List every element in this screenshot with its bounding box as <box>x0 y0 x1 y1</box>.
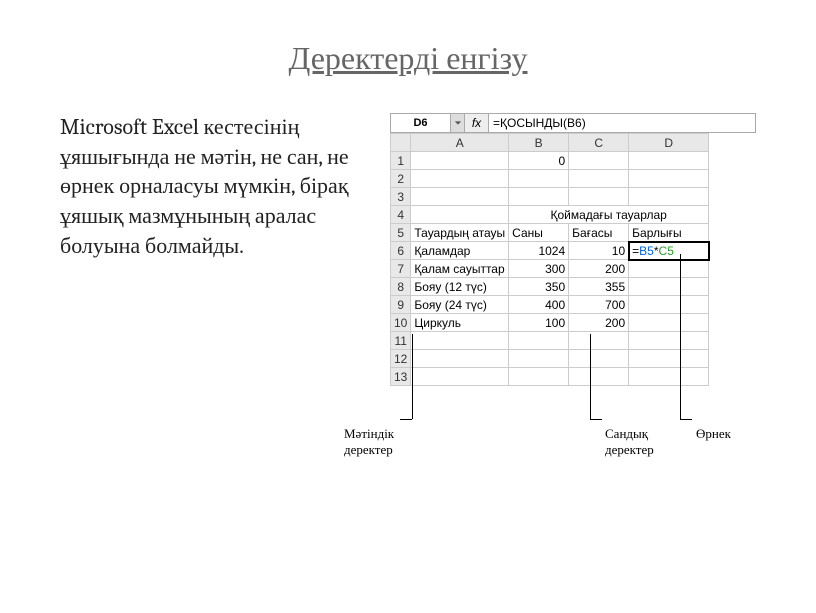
select-all-corner <box>391 134 411 152</box>
cell-C5: Бағасы <box>569 224 629 242</box>
row-7: 7 Қалам сауыттар 300 200 <box>391 260 709 278</box>
col-header-A: A <box>411 134 509 152</box>
callout-line <box>412 334 413 419</box>
row-12: 12 <box>391 350 709 368</box>
cell-C7: 200 <box>569 260 629 278</box>
cell-B1: 0 <box>509 152 569 170</box>
cell-merge-title: Қоймадағы тауарлар <box>509 206 709 224</box>
cell-A8: Бояу (12 түс) <box>411 278 509 296</box>
row-header: 6 <box>391 242 411 260</box>
cell-A7: Қалам сауыттар <box>411 260 509 278</box>
cell-C9: 700 <box>569 296 629 314</box>
row-3: 3 <box>391 188 709 206</box>
row-9: 9 Бояу (24 түс) 400 700 <box>391 296 709 314</box>
cell-D5: Барлығы <box>629 224 709 242</box>
row-header: 11 <box>391 332 411 350</box>
cell-A10: Циркуль <box>411 314 509 332</box>
row-8: 8 Бояу (12 түс) 350 355 <box>391 278 709 296</box>
cell-C10: 200 <box>569 314 629 332</box>
row-header: 5 <box>391 224 411 242</box>
excel-screenshot: D6 fx =ҚОСЫНДЫ(B6) A B C D 10 2 3 4Қойм <box>390 113 756 484</box>
row-5: 5 Тауардың атауы Саны Бағасы Барлығы <box>391 224 709 242</box>
row-13: 13 <box>391 368 709 386</box>
callout-line <box>680 254 681 419</box>
cell-A5: Тауардың атауы <box>411 224 509 242</box>
callout-text-data: Мәтіндік деректер <box>344 426 404 458</box>
cell-B8: 350 <box>509 278 569 296</box>
cell-C8: 355 <box>569 278 629 296</box>
col-header-B: B <box>509 134 569 152</box>
cell-A9: Бояу (24 түс) <box>411 296 509 314</box>
row-header: 8 <box>391 278 411 296</box>
cell-D6-active: =B5*C5 <box>629 242 709 260</box>
cell-B10: 100 <box>509 314 569 332</box>
cell-B6: 1024 <box>509 242 569 260</box>
column-headers: A B C D <box>391 134 709 152</box>
cell-C6: 10 <box>569 242 629 260</box>
callout-line <box>590 419 602 420</box>
row-header: 7 <box>391 260 411 278</box>
slide-title: Деректерді енгізу <box>60 40 756 77</box>
cell-B5: Саны <box>509 224 569 242</box>
col-header-D: D <box>629 134 709 152</box>
row-header: 9 <box>391 296 411 314</box>
row-header: 13 <box>391 368 411 386</box>
cell-B9: 400 <box>509 296 569 314</box>
row-6: 6 Қаламдар 1024 10 =B5*C5 <box>391 242 709 260</box>
callout-line <box>590 334 591 419</box>
row-2: 2 <box>391 170 709 188</box>
row-4: 4 Қоймадағы тауарлар <box>391 206 709 224</box>
body-paragraph: Microsoft Excel кестесінің ұяшығында не … <box>60 113 370 261</box>
row-header: 12 <box>391 350 411 368</box>
cell-A6: Қаламдар <box>411 242 509 260</box>
col-header-C: C <box>569 134 629 152</box>
row-header: 4 <box>391 206 411 224</box>
callout-line <box>400 419 412 420</box>
callout-line <box>680 419 692 420</box>
callout-numeric-data: Сандық деректер <box>605 426 665 458</box>
row-header: 10 <box>391 314 411 332</box>
spreadsheet-grid: A B C D 10 2 3 4Қоймадағы тауарлар 5 Тау… <box>390 133 709 386</box>
row-header: 2 <box>391 170 411 188</box>
slide: Деректерді енгізу Microsoft Excel кестес… <box>0 0 816 613</box>
content-row: Microsoft Excel кестесінің ұяшығында не … <box>60 113 756 484</box>
row-header: 1 <box>391 152 411 170</box>
row-1: 10 <box>391 152 709 170</box>
formula-bar-value: =ҚОСЫНДЫ(B6) <box>489 114 755 132</box>
name-box-dropdown-icon <box>451 114 465 132</box>
cell-B7: 300 <box>509 260 569 278</box>
row-11: 11 <box>391 332 709 350</box>
fx-icon: fx <box>465 114 489 132</box>
callout-expression: Өрнек <box>696 426 746 442</box>
name-box: D6 <box>391 114 451 132</box>
row-header: 3 <box>391 188 411 206</box>
row-10: 10 Циркуль 100 200 <box>391 314 709 332</box>
callouts-area: Мәтіндік деректер Сандық деректер Өрнек <box>390 394 756 484</box>
formula-bar: D6 fx =ҚОСЫНДЫ(B6) <box>390 113 756 133</box>
